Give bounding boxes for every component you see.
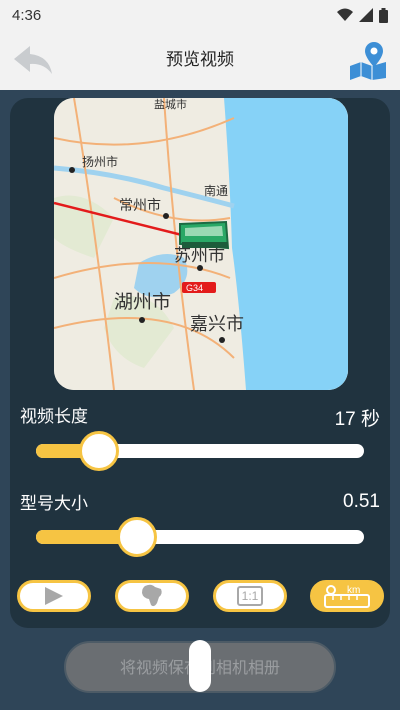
model-size-slider[interactable] (36, 517, 364, 557)
video-length-value: 17 秒 (334, 409, 380, 430)
status-bar: 4:36 (0, 0, 400, 30)
ruler-km-icon: km (324, 585, 370, 608)
map-preview: 盐城市 扬州市 常州市 南通 苏州市 湖州市 嘉兴市 G34 (54, 98, 348, 390)
signal-icon (359, 8, 373, 22)
aspect-ratio-button[interactable]: 1:1 (213, 580, 287, 612)
app-bar: 预览视频 (0, 30, 400, 90)
map-label: 苏州市 (174, 246, 225, 265)
units-label: km (347, 585, 360, 596)
status-icons (337, 7, 388, 23)
model-size-label: 型号大小 (20, 494, 88, 513)
play-icon (45, 587, 63, 605)
battery-icon (379, 7, 388, 23)
model-size-slider-thumb[interactable] (116, 517, 157, 557)
video-length-slider-thumb[interactable] (79, 431, 120, 471)
road-badge: G34 (186, 283, 203, 293)
video-length-slider[interactable] (36, 431, 364, 471)
units-button[interactable]: km (310, 580, 384, 612)
scroll-handle[interactable] (189, 640, 211, 692)
model-size-value: 0.51 (343, 491, 380, 512)
video-length-label: 视频长度 (20, 407, 88, 426)
map-label: 嘉兴市 (190, 314, 244, 334)
map-label: 扬州市 (82, 154, 118, 169)
page-title: 预览视频 (166, 50, 234, 69)
wifi-icon (337, 8, 353, 21)
aspect-ratio-icon: 1:1 (236, 586, 264, 606)
back-arrow-icon[interactable] (12, 42, 54, 78)
aspect-ratio-label: 1:1 (241, 589, 259, 603)
map-style-button[interactable] (115, 580, 189, 612)
play-button[interactable] (17, 580, 91, 612)
map-label: 常州市 (119, 197, 161, 213)
map-label: 盐城市 (154, 98, 187, 111)
map-label: 南通 (204, 183, 228, 198)
map-image: 盐城市 扬州市 常州市 南通 苏州市 湖州市 嘉兴市 G34 (54, 98, 348, 390)
bus-icon (179, 220, 230, 250)
map-pin-icon[interactable] (348, 40, 388, 80)
africa-icon (142, 584, 162, 607)
map-label: 湖州市 (114, 291, 171, 313)
status-time: 4:36 (12, 6, 42, 24)
